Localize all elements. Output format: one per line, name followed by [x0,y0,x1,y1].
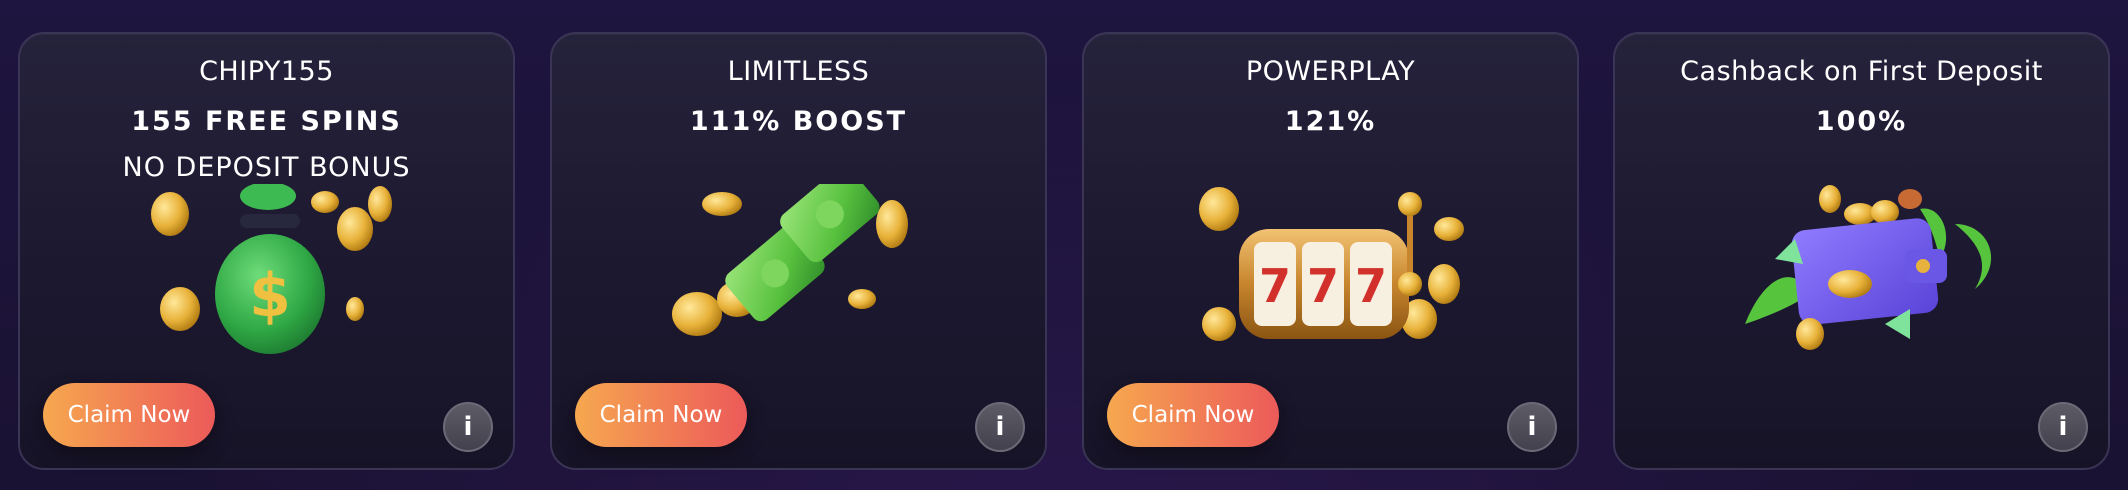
bonus-title: LIMITLESS [727,56,870,87]
money-bag-icon: $ [151,184,392,354]
claim-now-button[interactable]: Claim Now [575,383,747,447]
bonus-headline: 121% [1284,106,1377,137]
info-icon[interactable]: i [443,402,493,452]
info-icon[interactable]: i [2038,402,2088,452]
bonus-headline: 111% BOOST [689,106,908,137]
wallet-cashback-icon [1745,185,1992,350]
info-icon[interactable]: i [1507,402,1557,452]
bonus-headline: 155 FREE SPINS [131,106,402,137]
svg-text:7: 7 [1307,259,1339,313]
bonus-card-chipy155: CHIPY155 155 FREE SPINS NO DEPOSIT BONUS [18,32,515,470]
slot-machine-icon: 7 7 7 [1199,187,1464,341]
svg-text:7: 7 [1259,259,1291,313]
bonus-title: Cashback on First Deposit [1680,56,2043,87]
claim-now-button[interactable]: Claim Now [43,383,215,447]
bonus-card-limitless: LIMITLESS 111% BOOST Claim Now i [550,32,1047,470]
bonus-title: POWERPLAY [1245,56,1416,87]
info-icon[interactable]: i [975,402,1025,452]
cash-stack-icon [672,184,908,336]
svg-text:$: $ [249,261,291,331]
claim-now-button[interactable]: Claim Now [1107,383,1279,447]
bonus-offers-page: CHIPY155 155 FREE SPINS NO DEPOSIT BONUS [0,0,2128,490]
bonus-subline: NO DEPOSIT BONUS [122,152,411,183]
bonus-card-cashback: Cashback on First Deposit 100% i [1613,32,2110,470]
bonus-headline: 100% [1815,106,1908,137]
bonus-title: CHIPY155 [199,56,334,87]
bonus-card-powerplay: POWERPLAY 121% 7 7 7 Claim Now i [1082,32,1579,470]
svg-text:7: 7 [1355,259,1387,313]
